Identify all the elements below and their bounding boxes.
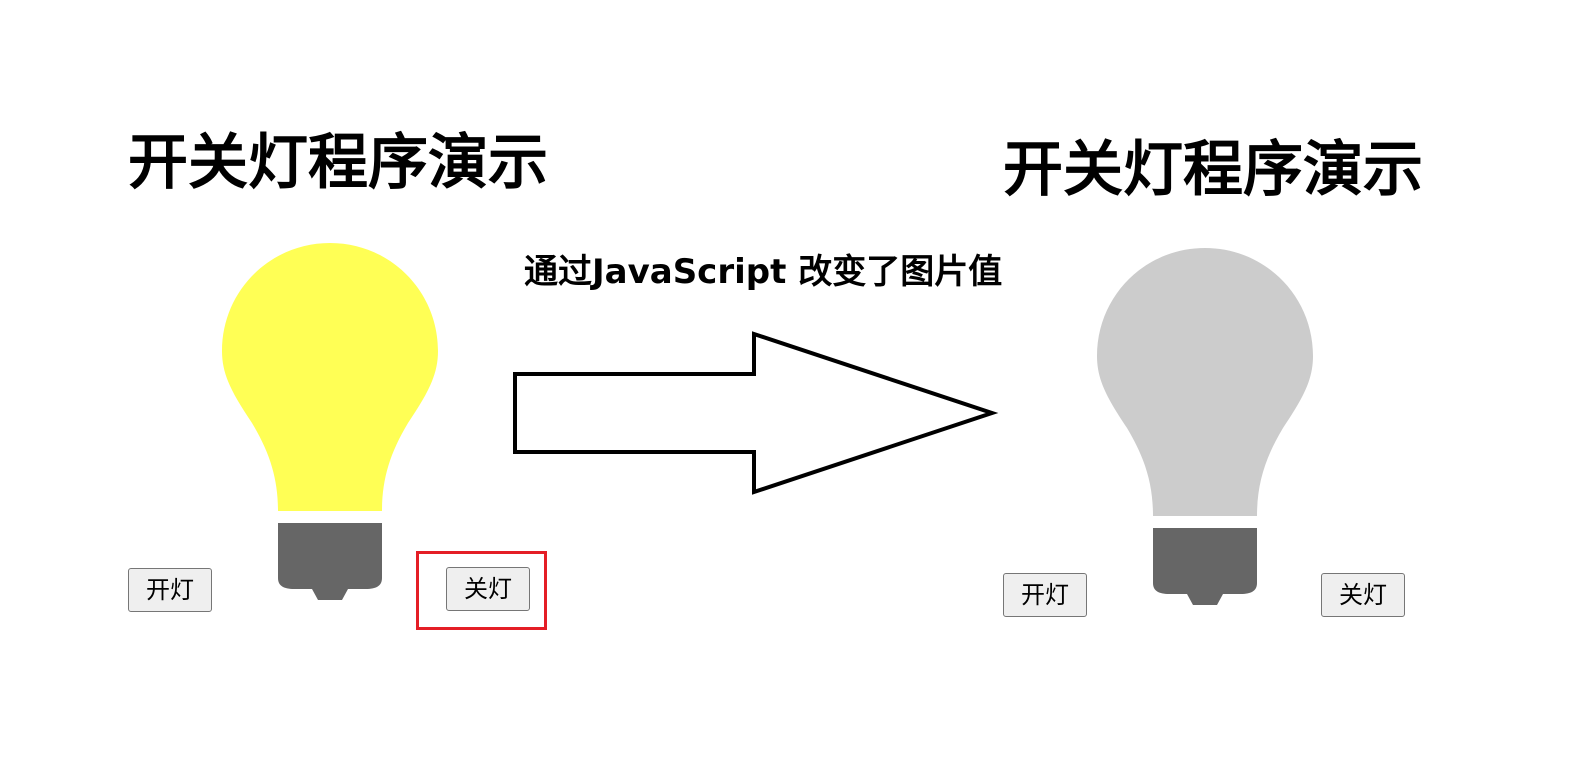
turn-on-button[interactable]: 开灯 — [1003, 573, 1087, 617]
lightbulb-on-icon — [222, 243, 438, 600]
page-title-left: 开关灯程序演示 — [128, 128, 548, 198]
turn-off-button[interactable]: 关灯 — [1321, 573, 1405, 617]
turn-on-button[interactable]: 开灯 — [128, 568, 212, 612]
page-title-right: 开关灯程序演示 — [1003, 135, 1423, 205]
bulb-base — [1153, 528, 1257, 605]
caption-text: 通过JavaScript 改变了图片值 — [524, 252, 1003, 292]
bulb-base — [278, 523, 382, 600]
highlight-box — [416, 551, 547, 630]
bulb-glass — [222, 243, 438, 511]
lightbulb-off-icon — [1097, 248, 1313, 605]
bulb-glass — [1097, 248, 1313, 516]
right-arrow-icon — [513, 331, 999, 495]
